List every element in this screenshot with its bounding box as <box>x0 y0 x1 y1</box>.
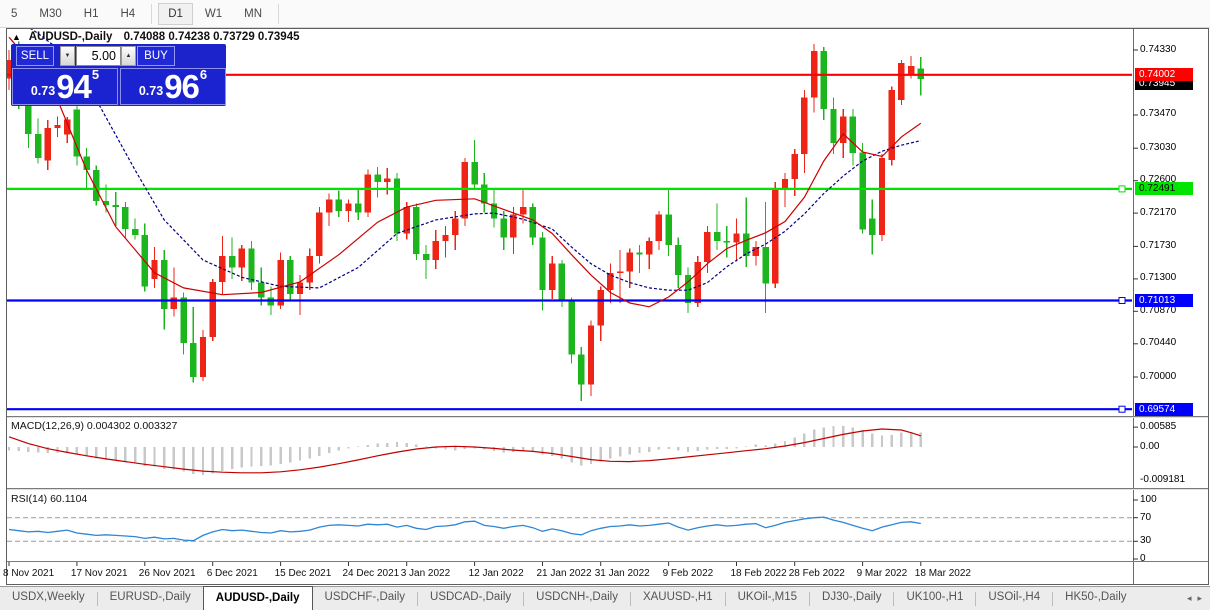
rsi-dates-divider <box>7 561 1208 562</box>
chart-ohlc-values: 0.74088 0.74238 0.73729 0.73945 <box>123 31 300 43</box>
hline-price-label: 0.72491 <box>1135 182 1193 196</box>
volume-decrease-button[interactable]: ▼ <box>60 46 75 66</box>
buy-price-pip: 6 <box>199 67 208 82</box>
date-tick-label: 15 Dec 2021 <box>274 568 332 579</box>
sell-price-pip: 5 <box>91 67 100 82</box>
chart-tab-usdx-weekly[interactable]: USDX,Weekly <box>0 587 97 610</box>
chart-tab-eurusd-daily[interactable]: EURUSD-,Daily <box>98 587 203 610</box>
volume-increase-button[interactable]: ▲ <box>121 46 136 66</box>
chart-tab-hk50-daily[interactable]: HK50-,Daily <box>1053 587 1138 610</box>
chart-tab-dj30-daily[interactable]: DJ30-,Daily <box>810 587 893 610</box>
chart-tabs-bar: USDX,Weekly EURUSD-,Daily AUDUSD-,Daily USD… <box>0 586 1210 610</box>
one-click-trading-panel: SELL ▼ ▲ BUY 0.73 94 5 0.73 96 6 <box>11 44 226 106</box>
rsi-axis-label: 70 <box>1140 511 1152 523</box>
tab-scroll-arrows: ◂ ▸ <box>1187 587 1210 610</box>
toolbar-separator <box>278 3 280 24</box>
macd-axis-label: 0.00 <box>1140 441 1160 452</box>
rsi-axis-label: 0 <box>1140 553 1146 564</box>
macd-label: MACD(12,26,9) 0.004302 0.003327 <box>11 420 178 432</box>
price-tick-label: 0.71300 <box>1140 272 1177 284</box>
chart-tab-uk100-h1[interactable]: UK100-,H1 <box>894 587 975 610</box>
macd-axis-label: -0.009181 <box>1140 474 1186 485</box>
timeframe-toolbar: 5 M30 H1 H4 D1 W1 MN <box>0 0 1210 28</box>
chart-tab-audusd-daily[interactable]: AUDUSD-,Daily <box>202 586 313 610</box>
chart-tab-usoil-h4[interactable]: USOil-,H4 <box>976 587 1052 610</box>
sell-button[interactable]: SELL <box>16 46 54 66</box>
price-tick-label: 0.73030 <box>1140 141 1177 153</box>
macd-rsi-splitter-hl <box>7 489 1208 490</box>
timeframe-button-mn[interactable]: MN <box>234 3 272 25</box>
hline-price-label: 0.69574 <box>1135 402 1193 416</box>
price-tick-label: 0.74330 <box>1140 43 1177 55</box>
date-tick-label: 17 Nov 2021 <box>70 568 128 579</box>
tab-scroll-left-icon[interactable]: ◂ <box>1187 593 1192 604</box>
timeframe-button-h1[interactable]: H1 <box>74 3 109 25</box>
chart-tab-usdcnh-daily[interactable]: USDCNH-,Daily <box>524 587 630 610</box>
date-tick-label: 12 Jan 2022 <box>468 568 524 579</box>
price-tick-label: 0.73470 <box>1140 108 1177 120</box>
buy-button[interactable]: BUY <box>137 46 175 66</box>
hline-price-label: 0.71013 <box>1135 294 1193 308</box>
volume-input[interactable] <box>76 46 121 66</box>
price-tick-label: 0.71730 <box>1140 239 1177 251</box>
date-tick-label: 26 Nov 2021 <box>138 568 196 579</box>
chart-tab-usdchf-daily[interactable]: USDCHF-,Daily <box>313 587 418 610</box>
macd-axis-label: 0.00585 <box>1140 421 1177 433</box>
date-tick-label: 24 Dec 2021 <box>342 568 400 579</box>
rsi-axis-label: 30 <box>1140 535 1152 547</box>
date-tick-label: 18 Mar 2022 <box>914 568 971 579</box>
sell-price-box[interactable]: 0.73 94 5 <box>12 67 118 105</box>
timeframe-button-m30[interactable]: M30 <box>29 3 71 25</box>
date-tick-label: 9 Feb 2022 <box>662 568 714 579</box>
sell-price-big: 94 <box>56 68 92 105</box>
price-axis-divider <box>1133 29 1134 584</box>
date-tick-label: 18 Feb 2022 <box>730 568 787 579</box>
date-tick-label: 31 Jan 2022 <box>594 568 650 579</box>
date-tick-label: 3 Jan 2022 <box>400 568 451 579</box>
chart-tab-usdcad-daily[interactable]: USDCAD-,Daily <box>418 587 523 610</box>
sell-price-prefix: 0.73 <box>30 84 56 98</box>
main-macd-splitter-hl <box>7 417 1208 418</box>
date-tick-label: 9 Mar 2022 <box>856 568 908 579</box>
step-up-icon: ▲ <box>125 53 132 59</box>
timeframe-button-h4[interactable]: H4 <box>110 3 145 25</box>
date-tick-label: 6 Dec 2021 <box>206 568 258 579</box>
price-tick-label: 0.70000 <box>1140 370 1177 382</box>
rsi-axis-label: 100 <box>1140 494 1157 505</box>
chart-tab-ukoil-m15[interactable]: UKOil-,M15 <box>726 587 809 610</box>
chart-window <box>6 28 1209 585</box>
buy-price-prefix: 0.73 <box>138 84 164 98</box>
buy-price-big: 96 <box>164 68 200 105</box>
chart-symbol-label: AUDUSD-,Daily <box>28 31 113 43</box>
price-tick-label: 0.72170 <box>1140 206 1177 218</box>
toolbar-separator <box>151 3 153 24</box>
hline-price-label: 0.74002 <box>1135 68 1193 82</box>
step-down-icon: ▼ <box>64 53 71 59</box>
date-tick-label: 28 Feb 2022 <box>788 568 845 579</box>
buy-price-box[interactable]: 0.73 96 6 <box>120 67 226 105</box>
timeframe-button-w1[interactable]: W1 <box>195 3 232 25</box>
rsi-label: RSI(14) 60.1104 <box>11 493 88 505</box>
objects-marker-icon[interactable]: ▲ <box>12 32 21 42</box>
date-tick-label: 21 Jan 2022 <box>536 568 592 579</box>
tab-scroll-right-icon[interactable]: ▸ <box>1197 593 1202 604</box>
price-tick-label: 0.70440 <box>1140 337 1177 349</box>
chart-title: ▲ AUDUSD-,Daily 0.74088 0.74238 0.73729 … <box>12 31 300 43</box>
timeframe-button-d1[interactable]: D1 <box>158 2 193 25</box>
chart-tab-xauusd-h1[interactable]: XAUUSD-,H1 <box>631 587 725 610</box>
date-tick-label: 8 Nov 2021 <box>3 568 55 579</box>
trading-terminal: { "toolbar": { "timeframes": ["5","M30",… <box>0 0 1210 610</box>
timeframe-button-5[interactable]: 5 <box>1 3 27 25</box>
